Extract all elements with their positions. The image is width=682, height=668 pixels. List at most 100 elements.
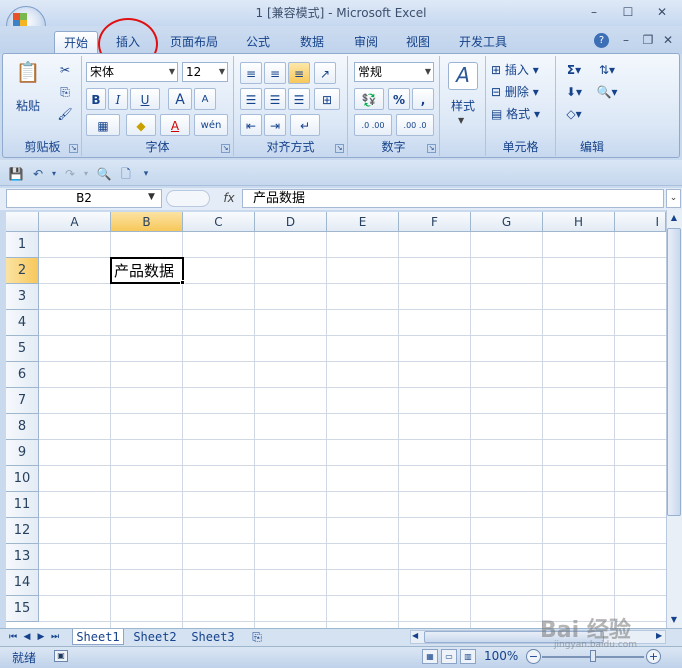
sort-filter-icon[interactable]: ⇅▾ — [592, 58, 622, 80]
zoom-in-button[interactable]: + — [646, 649, 661, 664]
fill-handle[interactable] — [180, 280, 185, 285]
help-icon[interactable]: ? — [594, 33, 609, 48]
row-header[interactable]: 7 — [6, 388, 39, 414]
comma-button[interactable]: , — [412, 88, 434, 110]
row-header[interactable]: 4 — [6, 310, 39, 336]
tab-page-layout[interactable]: 页面布局 — [164, 31, 224, 53]
font-color-button[interactable]: A — [160, 114, 190, 136]
column-header[interactable]: G — [471, 212, 543, 232]
tab-developer[interactable]: 开发工具 — [452, 31, 514, 53]
scroll-left-icon[interactable]: ◀ — [412, 631, 418, 640]
increase-decimal-button[interactable]: .0 .00 — [354, 114, 392, 136]
align-left-icon[interactable]: ☰ — [240, 88, 262, 110]
align-right-icon[interactable]: ☰ — [288, 88, 310, 110]
scroll-up-icon[interactable]: ▲ — [668, 212, 680, 224]
decrease-decimal-button[interactable]: .00 .0 — [396, 114, 434, 136]
row-header[interactable]: 6 — [6, 362, 39, 388]
chevron-down-icon[interactable]: ▾ — [78, 166, 94, 182]
row-header-selected[interactable]: 2 — [6, 258, 39, 284]
name-box[interactable]: B2 — [6, 189, 162, 208]
chevron-down-icon[interactable]: ▾ — [46, 166, 62, 182]
sheet-tab-sheet2[interactable]: Sheet2 — [128, 629, 182, 645]
column-header[interactable]: C — [183, 212, 255, 232]
customize-qat-icon[interactable]: ▾ — [138, 166, 154, 182]
clear-icon[interactable]: ◇▾ — [560, 102, 588, 124]
row-header[interactable]: 13 — [6, 544, 39, 570]
sheet-tab-sheet3[interactable]: Sheet3 — [186, 629, 240, 645]
column-header[interactable]: A — [39, 212, 111, 232]
insert-sheet-icon[interactable]: ⎘ — [246, 629, 268, 645]
fill-color-icon[interactable]: ◆ — [126, 114, 156, 136]
scroll-down-icon[interactable]: ▼ — [668, 614, 680, 626]
percent-button[interactable]: % — [388, 88, 410, 110]
bold-button[interactable]: B — [86, 88, 106, 110]
tab-formulas[interactable]: 公式 — [238, 31, 278, 53]
next-sheet-icon[interactable]: ▶ — [36, 630, 46, 644]
prev-sheet-icon[interactable]: ◀ — [22, 630, 32, 644]
row-header[interactable]: 11 — [6, 492, 39, 518]
zoom-slider-thumb[interactable] — [590, 650, 596, 662]
column-header[interactable]: D — [255, 212, 327, 232]
italic-button[interactable]: I — [108, 88, 128, 110]
wrap-text-icon[interactable]: ↵ — [290, 114, 320, 136]
insert-cells-button[interactable]: ⊞ 插入 ▾ — [490, 58, 554, 80]
merge-center-icon[interactable]: ⊞ — [314, 88, 340, 110]
dialog-launcher-icon[interactable]: ↘ — [221, 144, 230, 153]
undo-icon[interactable]: ↶ — [30, 166, 46, 182]
chevron-down-icon[interactable]: ▼ — [148, 192, 155, 202]
column-header-selected[interactable]: B — [111, 212, 183, 232]
row-header[interactable]: 15 — [6, 596, 39, 622]
paste-button[interactable]: 粘贴 — [10, 94, 46, 116]
column-header[interactable]: F — [399, 212, 471, 232]
styles-button[interactable]: 样式 — [442, 94, 484, 116]
font-name-select[interactable]: 宋体 ▼ — [86, 62, 178, 82]
find-select-icon[interactable]: 🔍▾ — [592, 80, 622, 102]
scroll-right-icon[interactable]: ▶ — [656, 631, 662, 640]
first-sheet-icon[interactable]: ⏮ — [8, 630, 18, 644]
print-preview-icon[interactable]: 🔍 — [96, 166, 112, 182]
select-all-corner[interactable] — [6, 212, 39, 232]
save-icon[interactable]: 💾 — [8, 166, 24, 182]
copy-icon[interactable]: ⎘ — [54, 80, 76, 102]
borders-icon[interactable]: ▦ — [86, 114, 120, 136]
row-header[interactable]: 10 — [6, 466, 39, 492]
fill-icon[interactable]: ⬇▾ — [560, 80, 588, 102]
format-painter-icon[interactable]: 🖌 — [54, 102, 76, 124]
autosum-icon[interactable]: Σ▾ — [560, 58, 588, 80]
formula-input[interactable]: 产品数据 — [242, 189, 664, 208]
doc-minimize-button[interactable]: – — [614, 32, 638, 48]
phonetic-button[interactable]: wén — [194, 114, 228, 136]
sheet-tab-sheet1[interactable]: Sheet1 — [72, 629, 124, 645]
zoom-out-button[interactable]: − — [526, 649, 541, 664]
row-header[interactable]: 3 — [6, 284, 39, 310]
tab-view[interactable]: 视图 — [398, 31, 438, 53]
new-document-icon[interactable]: 🗋 — [118, 166, 134, 182]
dialog-launcher-icon[interactable]: ↘ — [335, 144, 344, 153]
number-format-select[interactable]: 常规 ▼ — [354, 62, 434, 82]
column-header[interactable]: E — [327, 212, 399, 232]
font-size-select[interactable]: 12 ▼ — [182, 62, 228, 82]
zoom-level[interactable]: 100% — [484, 649, 518, 663]
grow-font-button[interactable]: A — [168, 88, 192, 110]
close-button[interactable]: ✕ — [650, 4, 674, 20]
orientation-icon[interactable]: ↗ — [314, 62, 336, 84]
normal-view-icon[interactable]: ▦ — [422, 649, 438, 664]
macro-record-icon[interactable]: ▣ — [54, 650, 68, 662]
column-header[interactable]: H — [543, 212, 615, 232]
page-break-view-icon[interactable]: ▥ — [460, 649, 476, 664]
insert-function-button[interactable]: fx — [218, 190, 240, 207]
underline-button[interactable]: U — [130, 88, 160, 110]
last-sheet-icon[interactable]: ⏭ — [50, 630, 60, 644]
row-header[interactable]: 5 — [6, 336, 39, 362]
row-header[interactable]: 9 — [6, 440, 39, 466]
row-header[interactable]: 1 — [6, 232, 39, 258]
dialog-launcher-icon[interactable]: ↘ — [69, 144, 78, 153]
redo-icon[interactable]: ↷ — [62, 166, 78, 182]
row-header[interactable]: 14 — [6, 570, 39, 596]
increase-indent-icon[interactable]: ⇥ — [264, 114, 286, 136]
expand-formula-bar-icon[interactable]: ⌄ — [666, 189, 681, 208]
tab-review[interactable]: 审阅 — [346, 31, 386, 53]
cut-icon[interactable]: ✂ — [54, 58, 76, 80]
doc-close-button[interactable]: ✕ — [656, 32, 680, 48]
tab-home[interactable]: 开始 — [54, 31, 98, 53]
